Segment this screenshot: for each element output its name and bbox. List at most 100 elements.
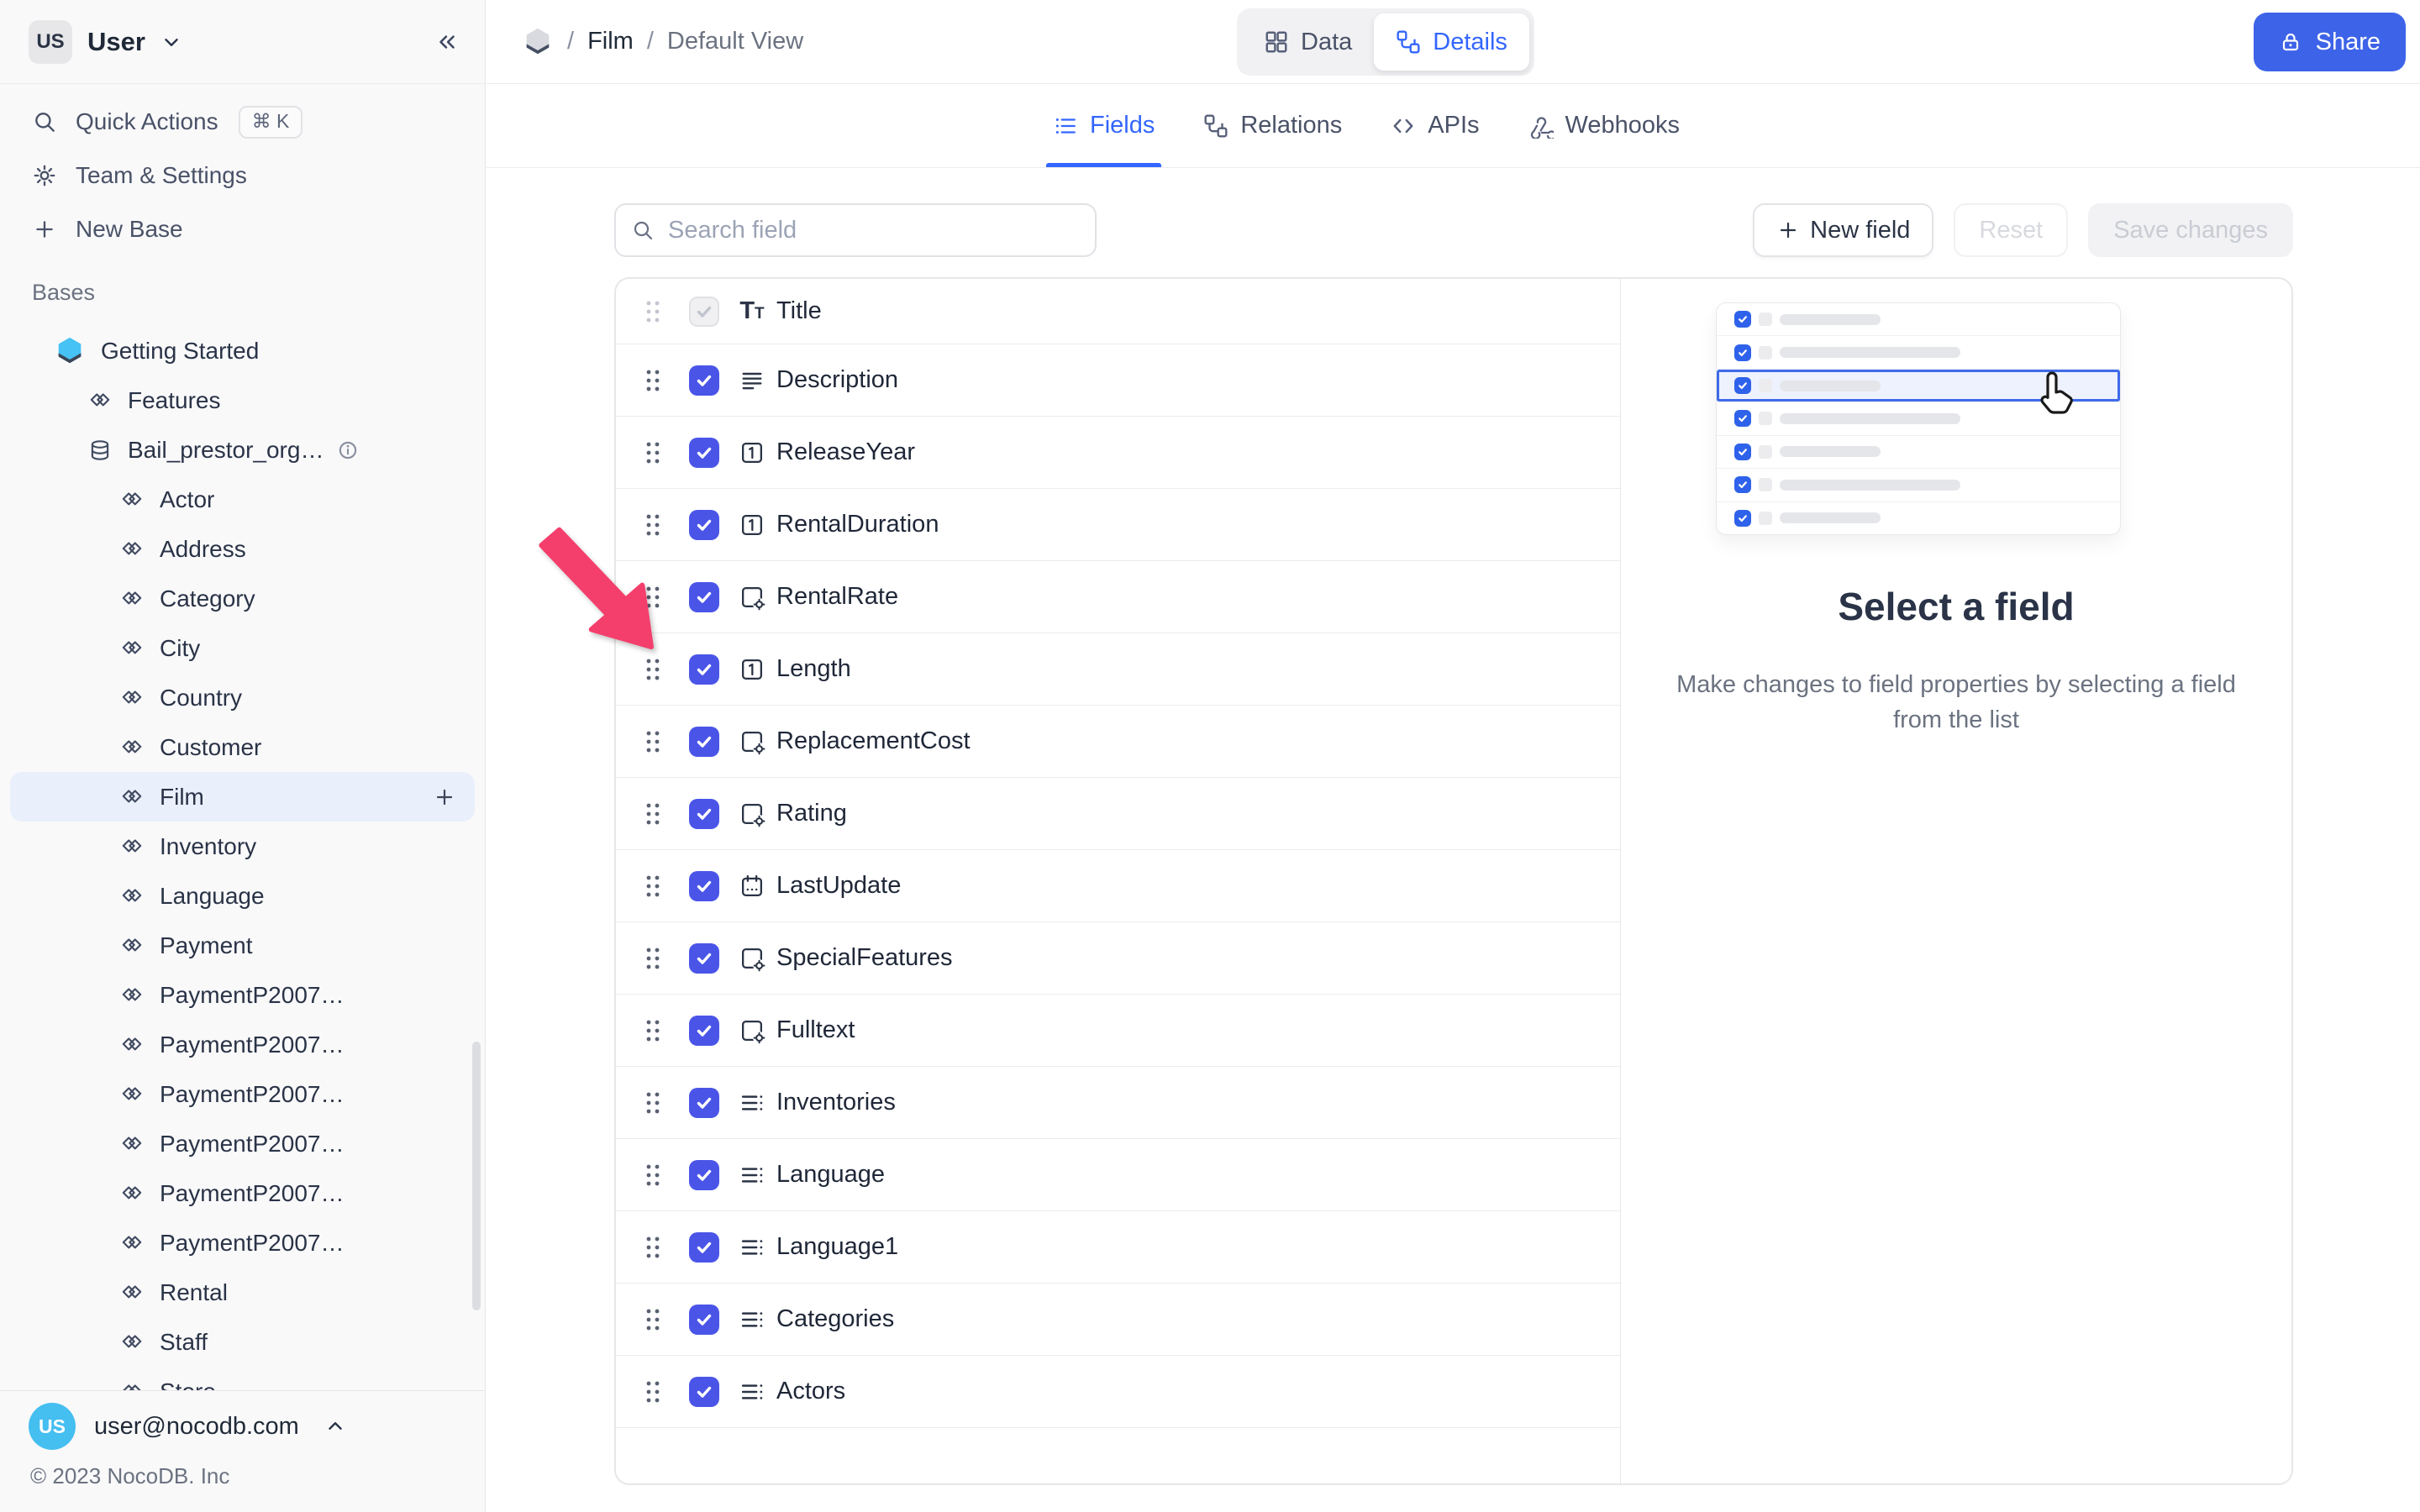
reset-button[interactable]: Reset <box>1954 203 2068 257</box>
tree-item-table[interactable]: PaymentP2007… <box>10 1069 475 1119</box>
share-button[interactable]: Share <box>2254 13 2406 71</box>
sidebar-scrollbar-thumb[interactable] <box>472 1042 481 1310</box>
field-visibility-checkbox[interactable] <box>689 1232 719 1263</box>
tab-webhooks[interactable]: Webhooks <box>1528 84 1681 167</box>
field-visibility-checkbox[interactable] <box>689 582 719 612</box>
field-row[interactable]: Language1 <box>616 1211 1620 1284</box>
drag-handle-icon[interactable] <box>644 1017 663 1044</box>
field-type-icon <box>738 944 766 973</box>
field-visibility-checkbox[interactable] <box>689 871 719 901</box>
field-visibility-checkbox[interactable] <box>689 654 719 685</box>
drag-handle-icon[interactable] <box>644 873 663 900</box>
table-icon <box>119 933 145 958</box>
breadcrumb-table[interactable]: Film <box>587 28 634 55</box>
drag-handle-icon[interactable] <box>644 945 663 972</box>
field-visibility-checkbox[interactable] <box>689 1088 719 1118</box>
field-visibility-checkbox[interactable] <box>689 1377 719 1407</box>
add-view-icon[interactable] <box>433 785 456 809</box>
table-label: PaymentP2007… <box>160 1032 344 1058</box>
drag-handle-icon[interactable] <box>644 1162 663 1189</box>
tree-item-table[interactable]: PaymentP2007… <box>10 970 475 1020</box>
drag-handle-icon[interactable] <box>644 1378 663 1405</box>
account-menu[interactable]: US user@nocodb.com <box>0 1391 485 1450</box>
field-row[interactable]: SpecialFeatures <box>616 922 1620 995</box>
breadcrumb-view[interactable]: Default View <box>667 28 803 55</box>
tree-item-table[interactable]: Actor <box>10 475 475 524</box>
sidebar-item-quick-actions[interactable]: Quick Actions ⌘ K <box>0 95 485 149</box>
drag-handle-icon[interactable] <box>644 801 663 827</box>
info-icon[interactable] <box>335 438 360 463</box>
illustration-row <box>1717 336 2120 369</box>
tree-item-table[interactable]: Film <box>10 772 475 822</box>
table-icon <box>119 1032 145 1058</box>
field-row[interactable]: Actors <box>616 1356 1620 1428</box>
tab-relations[interactable]: Relations <box>1203 84 1342 167</box>
toggle-details[interactable]: Details <box>1374 13 1529 71</box>
tree-item-table[interactable]: PaymentP2007… <box>10 1218 475 1268</box>
search-field-input[interactable] <box>666 216 1080 245</box>
tree-item-table[interactable]: PaymentP2007… <box>10 1119 475 1168</box>
field-row[interactable]: Rating <box>616 778 1620 850</box>
drag-handle-icon[interactable] <box>644 367 663 394</box>
field-visibility-checkbox[interactable] <box>689 1016 719 1046</box>
field-visibility-checkbox[interactable] <box>689 365 719 396</box>
tab-fields[interactable]: Fields <box>1053 84 1155 167</box>
toggle-data[interactable]: Data <box>1242 13 1374 71</box>
table-label: Payment <box>160 932 253 959</box>
collapse-sidebar-icon[interactable] <box>434 29 460 55</box>
field-row[interactable]: Inventories <box>616 1067 1620 1139</box>
field-row[interactable]: Categories <box>616 1284 1620 1356</box>
drag-handle-icon[interactable] <box>644 728 663 755</box>
sidebar-item-new-base[interactable]: New Base <box>0 202 485 256</box>
tree-item-table[interactable]: Staff <box>10 1317 475 1367</box>
field-row[interactable]: RentalRate <box>616 561 1620 633</box>
field-visibility-checkbox[interactable] <box>689 1305 719 1335</box>
tree-item-table[interactable]: Inventory <box>10 822 475 871</box>
workspace-menu[interactable]: US User <box>0 0 485 84</box>
field-visibility-checkbox[interactable] <box>689 799 719 829</box>
drag-handle-icon[interactable] <box>644 1234 663 1261</box>
tree-item-table[interactable]: PaymentP2007… <box>10 1020 475 1069</box>
illustration-checkbox <box>1734 377 1751 394</box>
tree-item-table[interactable]: Payment <box>10 921 475 970</box>
field-visibility-checkbox[interactable] <box>689 943 719 974</box>
field-visibility-checkbox[interactable] <box>689 297 719 327</box>
field-row[interactable]: ReleaseYear <box>616 417 1620 489</box>
drag-handle-icon[interactable] <box>644 439 663 466</box>
sidebar-item-team-settings[interactable]: Team & Settings <box>0 149 485 202</box>
drag-handle-icon[interactable] <box>644 1089 663 1116</box>
tree-item-table[interactable]: Customer <box>10 722 475 772</box>
save-changes-button[interactable]: Save changes <box>2088 203 2293 257</box>
field-name: Description <box>776 366 898 394</box>
field-row[interactable]: TT Title <box>616 279 1620 344</box>
tree-item-table[interactable]: Rental <box>10 1268 475 1317</box>
tree-item-table[interactable]: PaymentP2007… <box>10 1168 475 1218</box>
field-visibility-checkbox[interactable] <box>689 438 719 468</box>
tree-item-base[interactable]: Getting Started <box>10 326 475 375</box>
tab-apis[interactable]: APIs <box>1391 84 1479 167</box>
field-visibility-checkbox[interactable] <box>689 510 719 540</box>
tree-item-features[interactable]: Features <box>10 375 475 425</box>
tree-item-table[interactable]: Store <box>10 1367 475 1390</box>
field-row[interactable]: Language <box>616 1139 1620 1211</box>
field-name: ReleaseYear <box>776 438 915 466</box>
field-visibility-checkbox[interactable] <box>689 1160 719 1190</box>
field-visibility-checkbox[interactable] <box>689 727 719 757</box>
tree-item-table[interactable]: City <box>10 623 475 673</box>
field-row[interactable]: RentalDuration <box>616 489 1620 561</box>
tree-item-table[interactable]: Country <box>10 673 475 722</box>
fields-content: New field Reset Save changes TT Title <box>487 168 2420 1512</box>
table-icon <box>119 1330 145 1355</box>
field-row[interactable]: Description <box>616 344 1620 417</box>
field-row[interactable]: ReplacementCost <box>616 706 1620 778</box>
field-row[interactable]: Fulltext <box>616 995 1620 1067</box>
tree-item-source[interactable]: Bail_prestor_org… <box>10 425 475 475</box>
drag-handle-icon[interactable] <box>644 298 663 325</box>
field-row[interactable]: LastUpdate <box>616 850 1620 922</box>
field-row[interactable]: Length <box>616 633 1620 706</box>
tree-item-table[interactable]: Category <box>10 574 475 623</box>
drag-handle-icon[interactable] <box>644 1306 663 1333</box>
tree-item-table[interactable]: Language <box>10 871 475 921</box>
tree-item-table[interactable]: Address <box>10 524 475 574</box>
new-field-button[interactable]: New field <box>1753 203 1933 257</box>
